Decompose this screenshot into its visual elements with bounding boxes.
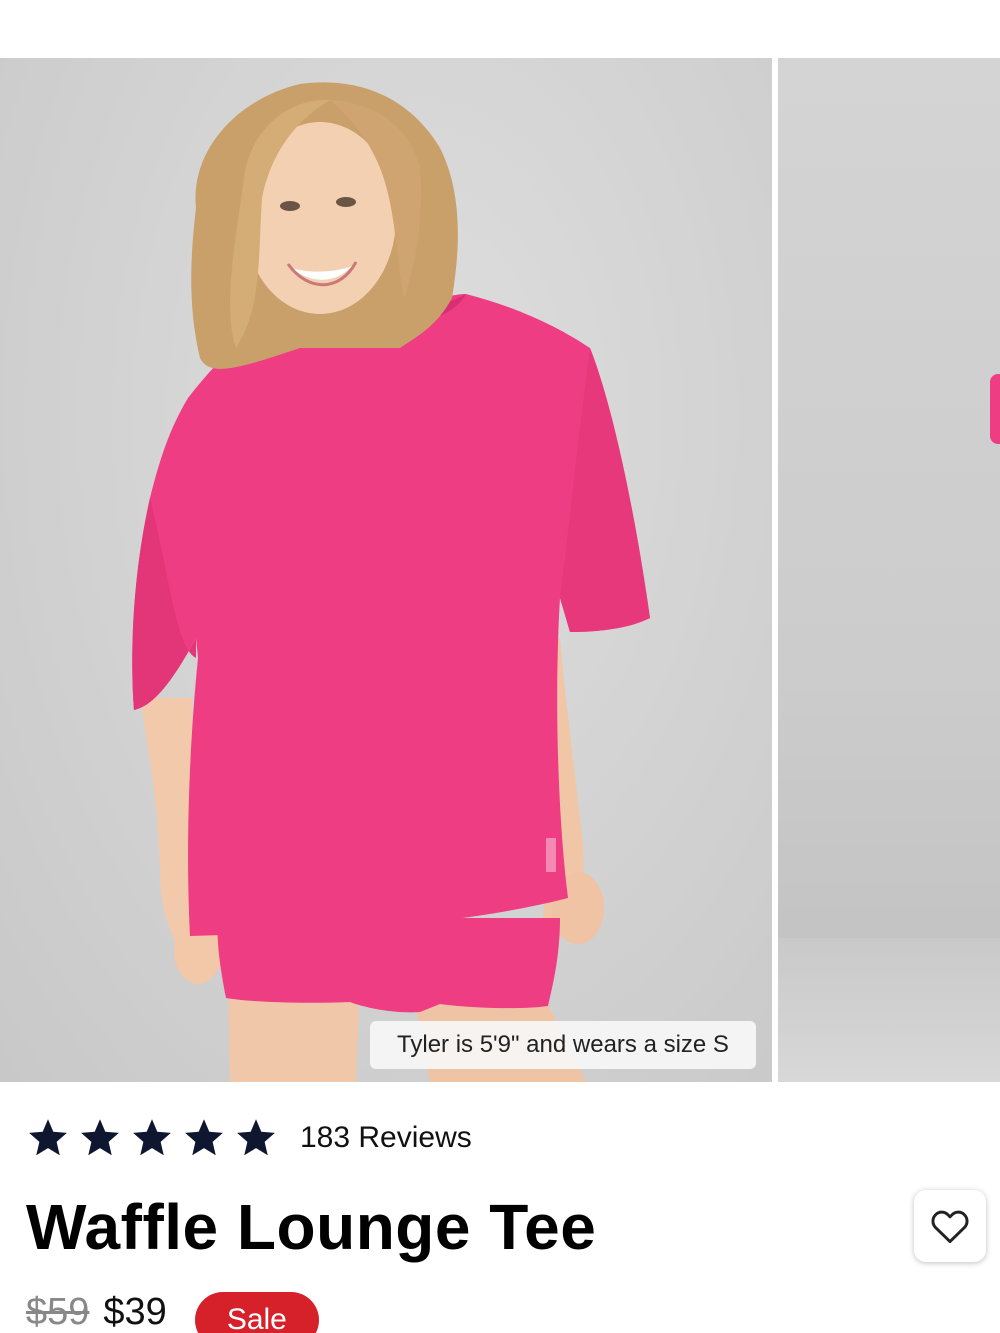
favorite-button[interactable] bbox=[914, 1190, 986, 1262]
price-row: $59 $39 Sale bbox=[26, 1288, 319, 1333]
star-icon bbox=[29, 1119, 67, 1156]
reviews-count-link[interactable]: 183 Reviews bbox=[300, 1121, 472, 1155]
product-photo bbox=[132, 82, 651, 1082]
sale-badge: Sale bbox=[194, 1292, 319, 1333]
model-size-caption: Tyler is 5'9" and wears a size S bbox=[370, 1021, 756, 1069]
clipped-header-text bbox=[0, 0, 1000, 8]
garment-edge bbox=[990, 374, 1000, 444]
product-title: Waffle Lounge Tee bbox=[26, 1191, 597, 1263]
star-icon bbox=[133, 1119, 171, 1156]
studio-floor bbox=[778, 938, 1000, 1082]
original-price: $59 bbox=[26, 1290, 90, 1333]
star-icon bbox=[237, 1119, 275, 1156]
product-rating[interactable]: 183 Reviews bbox=[26, 1114, 472, 1162]
header-clipped bbox=[0, 0, 1000, 58]
heart-outline-icon bbox=[931, 1210, 969, 1244]
star-icon bbox=[185, 1119, 223, 1156]
star-rating bbox=[26, 1116, 278, 1160]
sale-price: $39 bbox=[103, 1290, 167, 1333]
product-image-main[interactable]: Tyler is 5'9" and wears a size S bbox=[0, 58, 772, 1082]
product-image-next-peek[interactable] bbox=[778, 58, 1000, 1082]
star-icon bbox=[81, 1119, 119, 1156]
product-image-carousel[interactable]: Tyler is 5'9" and wears a size S bbox=[0, 58, 1000, 1082]
